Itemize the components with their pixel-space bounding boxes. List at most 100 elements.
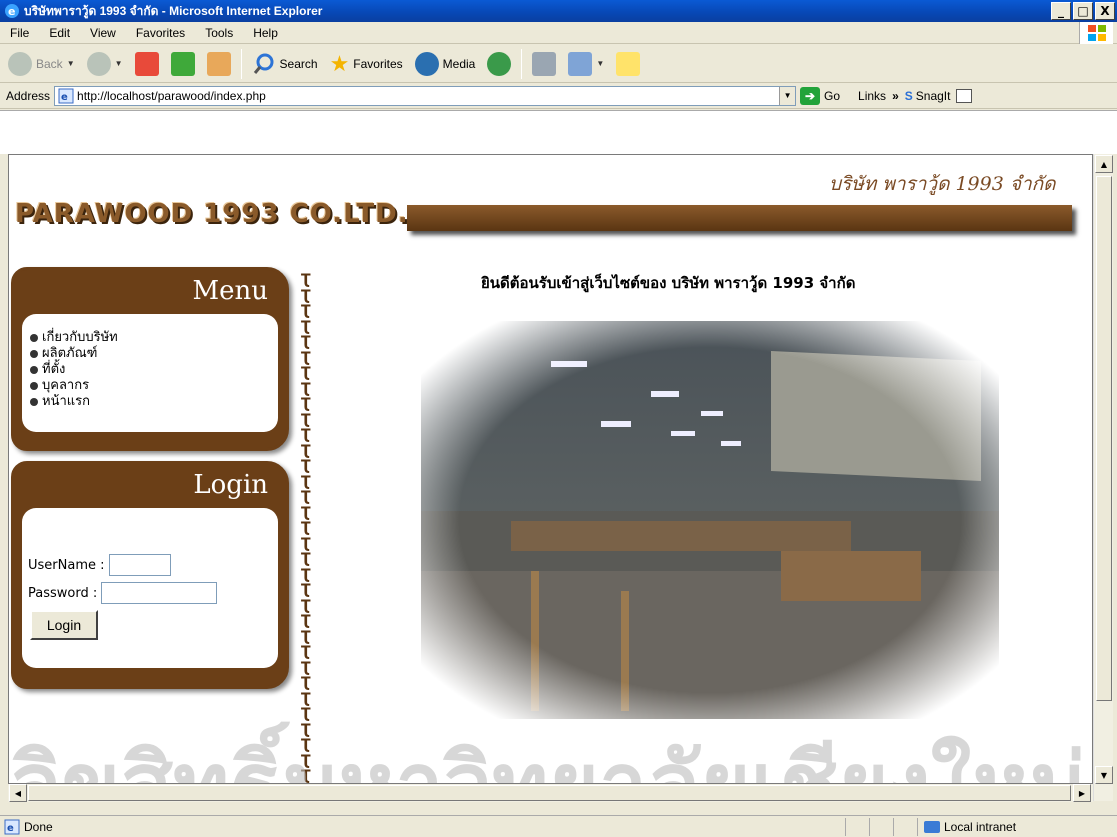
history-button[interactable] (483, 50, 515, 78)
bullet-icon (30, 334, 38, 342)
password-input[interactable] (101, 582, 218, 604)
status-segment (893, 817, 917, 836)
media-button[interactable]: Media (411, 50, 480, 78)
page-viewport: บริษัท พาราวู้ด 1993 จำกัด PARAWOOD 1993… (8, 154, 1093, 784)
go-arrow-icon: ➔ (800, 86, 821, 105)
security-zone: Local intranet (917, 817, 1117, 836)
links-button[interactable]: Links (858, 89, 886, 103)
address-url: http://localhost/parawood/index.php (77, 88, 266, 103)
refresh-button[interactable] (167, 50, 199, 78)
snagit-button[interactable]: S SnagIt (905, 89, 951, 103)
svg-text:e: e (7, 823, 14, 834)
menu-view[interactable]: View (80, 26, 126, 40)
address-input[interactable]: e http://localhost/parawood/index.php ▼ (54, 85, 797, 106)
menu-favorites[interactable]: Favorites (126, 26, 195, 40)
back-label: Back (36, 56, 63, 71)
search-button[interactable]: Search (248, 50, 322, 78)
menu-help[interactable]: Help (243, 26, 288, 40)
search-icon (253, 53, 274, 74)
menu-file[interactable]: File (0, 26, 39, 40)
menu-item-about[interactable]: เกี่ยวกับบริษัท (30, 330, 270, 346)
bullet-icon (30, 398, 38, 406)
go-button[interactable]: ➔ Go (800, 86, 841, 105)
refresh-icon (170, 51, 195, 76)
favorites-label: Favorites (353, 56, 403, 71)
stop-button[interactable] (131, 50, 163, 78)
menu-panel: Menu เกี่ยวกับบริษัท ผลิตภัณฑ์ ที่ตั้ง บ… (11, 267, 289, 451)
username-label: UserName : (28, 557, 105, 573)
toolbar-separator (521, 48, 523, 79)
snagit-capture-icon[interactable] (956, 88, 973, 103)
intranet-icon (924, 820, 940, 833)
links-more-icon[interactable]: » (892, 89, 899, 103)
media-label: Media (442, 56, 476, 71)
login-button[interactable]: Login (30, 610, 98, 640)
history-icon (487, 51, 512, 76)
svg-text:e: e (8, 5, 15, 18)
toolbar: Back ▼ ▼ Search ★ Favorites Media ▼ (0, 45, 1117, 83)
chain-glyphs: ƮƮƮƮƮƮƮƮƮƮƮƮƮƮƮƮƮƮƮƮƮƮƮƮƮƮƮƮƮƮƮƮƮƮ (301, 273, 311, 784)
favorites-button[interactable]: ★ Favorites (326, 49, 407, 79)
forward-arrow-icon (86, 51, 111, 76)
login-title: Login (193, 470, 268, 500)
star-icon: ★ (329, 50, 350, 76)
decorative-chain: ƮƮƮƮƮƮƮƮƮƮƮƮƮƮƮƮƮƮƮƮƮƮƮƮƮƮƮƮƮƮƮƮƮƮ (301, 273, 321, 784)
notes-button[interactable] (612, 50, 644, 78)
header-bar (407, 205, 1072, 231)
note-icon (616, 51, 641, 76)
edit-button[interactable]: ▼ (564, 50, 608, 78)
edit-icon (568, 51, 593, 76)
back-button[interactable]: Back ▼ (4, 50, 79, 78)
print-button[interactable] (528, 50, 560, 78)
status-segment (845, 817, 869, 836)
menu-tools[interactable]: Tools (195, 26, 243, 40)
company-logo-text: PARAWOOD 1993 CO.LTD. (15, 199, 409, 229)
menu-item-label: ผลิตภัณฑ์ (42, 346, 98, 361)
login-panel: Login UserName : Password : Login (11, 461, 289, 689)
chevron-down-icon: ▼ (66, 59, 75, 68)
maximize-button[interactable]: □ (1073, 2, 1093, 20)
vertical-scroll-thumb[interactable] (1096, 176, 1112, 701)
vertical-scrollbar[interactable]: ▲ ▼ (1093, 154, 1113, 801)
scroll-up-button[interactable]: ▲ (1095, 155, 1113, 173)
minimize-button[interactable]: _ (1051, 2, 1071, 20)
scroll-right-button[interactable]: ▶ (1073, 784, 1091, 802)
menu-item-location[interactable]: ที่ตั้ง (30, 362, 270, 378)
snagit-icon: S (904, 88, 913, 103)
scroll-down-button[interactable]: ▼ (1095, 766, 1113, 784)
menu-edit[interactable]: Edit (39, 26, 80, 40)
bullet-icon (30, 366, 38, 374)
menu-item-home[interactable]: หน้าแรก (30, 394, 270, 410)
ie-logo-icon: e (5, 4, 19, 18)
copyright-watermark: ลิขสิทธิ์มหาวิทยาลัยเชียงใหม่ (9, 715, 1092, 783)
back-arrow-icon (8, 51, 32, 76)
zone-label: Local intranet (944, 819, 1017, 834)
bullet-icon (30, 350, 38, 358)
forward-button[interactable]: ▼ (83, 50, 127, 78)
page-icon: e (58, 88, 74, 103)
print-icon (532, 51, 557, 76)
media-icon (414, 51, 439, 76)
horizontal-scroll-thumb[interactable] (28, 785, 1071, 801)
toolbar-separator (240, 48, 242, 79)
chevron-down-icon: ▼ (596, 59, 605, 68)
menu-item-staff[interactable]: บุคลากร (30, 378, 270, 394)
company-tagline: บริษัท พาราวู้ด 1993 จำกัด (829, 173, 1056, 195)
window-title: บริษัทพาราวู้ด 1993 จำกัด - Microsoft In… (24, 3, 323, 18)
address-dropdown-icon[interactable]: ▼ (779, 86, 796, 105)
menu-item-label: หน้าแรก (42, 394, 90, 409)
menu-item-products[interactable]: ผลิตภัณฑ์ (30, 346, 270, 362)
status-text: Done (24, 819, 53, 834)
scroll-left-button[interactable]: ◀ (9, 784, 27, 802)
status-bar: e Done Local intranet (0, 815, 1117, 837)
home-icon (206, 51, 231, 76)
go-label: Go (824, 88, 841, 103)
bullet-icon (30, 382, 38, 390)
password-label: Password : (28, 585, 98, 601)
close-button[interactable]: X (1095, 2, 1115, 20)
horizontal-scrollbar[interactable]: ◀ ▶ (8, 784, 1093, 802)
page-done-icon: e (4, 819, 20, 834)
home-button[interactable] (203, 50, 235, 78)
username-input[interactable] (108, 554, 171, 576)
menu-bar: File Edit View Favorites Tools Help (0, 22, 1117, 44)
